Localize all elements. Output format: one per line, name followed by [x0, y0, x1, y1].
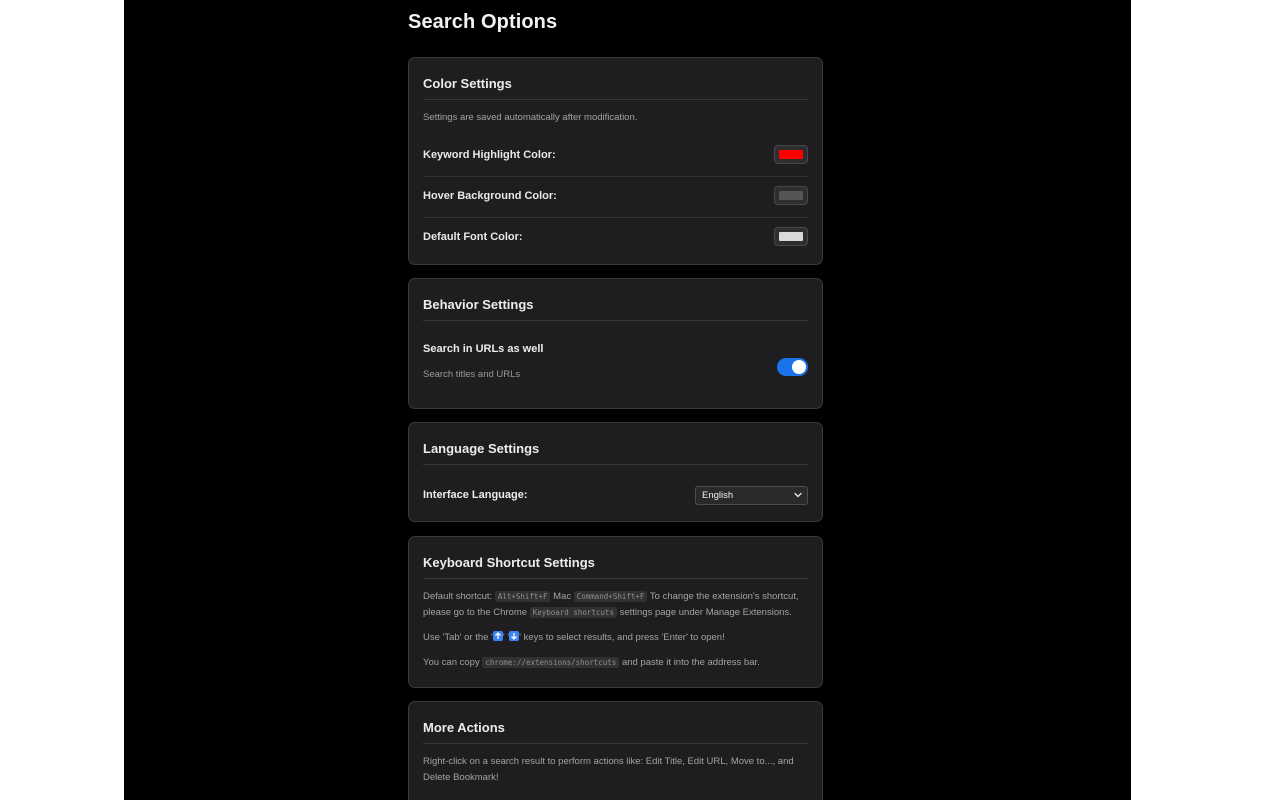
behavior-settings-card: Behavior Settings Search in URLs as well…	[408, 278, 823, 409]
options-page: Search Options Color Settings Settings a…	[124, 0, 1131, 800]
keyboard-shortcuts-code: Keyboard shortcuts	[529, 607, 617, 618]
card-title: More Actions	[423, 720, 505, 735]
shortcut-settings-card: Keyboard Shortcut Settings Default short…	[408, 536, 823, 688]
card-title: Color Settings	[423, 76, 512, 91]
divider	[423, 320, 808, 321]
divider	[423, 99, 808, 100]
hover-bg-color-label: Hover Background Color:	[423, 190, 557, 202]
page-title: Search Options	[408, 11, 558, 33]
search-urls-label: Search in URLs as well	[423, 343, 544, 355]
divider	[423, 464, 808, 465]
card-title: Behavior Settings	[423, 297, 534, 312]
more-actions-card: More Actions Right-click on a search res…	[408, 701, 823, 800]
language-settings-card: Language Settings Interface Language: En…	[408, 422, 823, 522]
arrow-down-icon	[509, 631, 520, 641]
highlight-color-row: Keyword Highlight Color:	[423, 136, 808, 177]
divider	[423, 743, 808, 744]
search-urls-description: Search titles and URLs	[423, 369, 521, 380]
extensions-url-code[interactable]: chrome://extensions/shortcuts	[482, 657, 620, 668]
font-color-row: Default Font Color:	[423, 218, 808, 258]
default-shortcut-paragraph: Default shortcut: Alt+Shift+F Mac Comman…	[423, 589, 808, 621]
highlight-color-picker[interactable]	[774, 145, 808, 164]
shortcut-code: Alt+Shift+F	[494, 591, 551, 602]
highlight-color-label: Keyword Highlight Color:	[423, 149, 556, 161]
mac-shortcut-code: Command+Shift+F	[573, 591, 648, 602]
font-color-picker[interactable]	[774, 227, 808, 246]
card-title: Keyboard Shortcut Settings	[423, 555, 595, 570]
language-select-value: English	[702, 490, 734, 501]
hover-bg-color-picker[interactable]	[774, 186, 808, 205]
toggle-knob	[792, 360, 806, 374]
text: ' keys to select results, and press 'Ent…	[519, 632, 725, 643]
text: Use 'Tab' or the '	[423, 632, 493, 643]
color-swatch	[779, 232, 803, 241]
color-swatch	[779, 191, 803, 200]
color-settings-card: Color Settings Settings are saved automa…	[408, 57, 823, 265]
language-select[interactable]: English	[695, 486, 808, 505]
card-title: Language Settings	[423, 441, 540, 456]
arrow-up-icon	[492, 631, 503, 641]
text: Default shortcut:	[423, 591, 493, 602]
navigation-keys-paragraph: Use 'Tab' or the ' ' ' ' keys to select re…	[423, 630, 808, 646]
chevron-down-icon	[794, 492, 802, 498]
interface-language-label: Interface Language:	[423, 489, 528, 501]
search-urls-toggle[interactable]	[777, 358, 808, 376]
autosave-note: Settings are saved automatically after m…	[423, 112, 638, 123]
text: settings page under Manage Extensions.	[619, 607, 792, 618]
text: You can copy	[423, 657, 480, 668]
more-actions-text: Right-click on a search result to perfor…	[423, 756, 794, 783]
hover-bg-color-row: Hover Background Color:	[423, 177, 808, 218]
divider	[423, 578, 808, 579]
text: and paste it into the address bar.	[621, 657, 760, 668]
text: Mac	[553, 591, 572, 602]
font-color-label: Default Font Color:	[423, 231, 523, 243]
copy-url-paragraph: You can copy chrome://extensions/shortcu…	[423, 655, 808, 671]
color-swatch	[779, 150, 803, 159]
